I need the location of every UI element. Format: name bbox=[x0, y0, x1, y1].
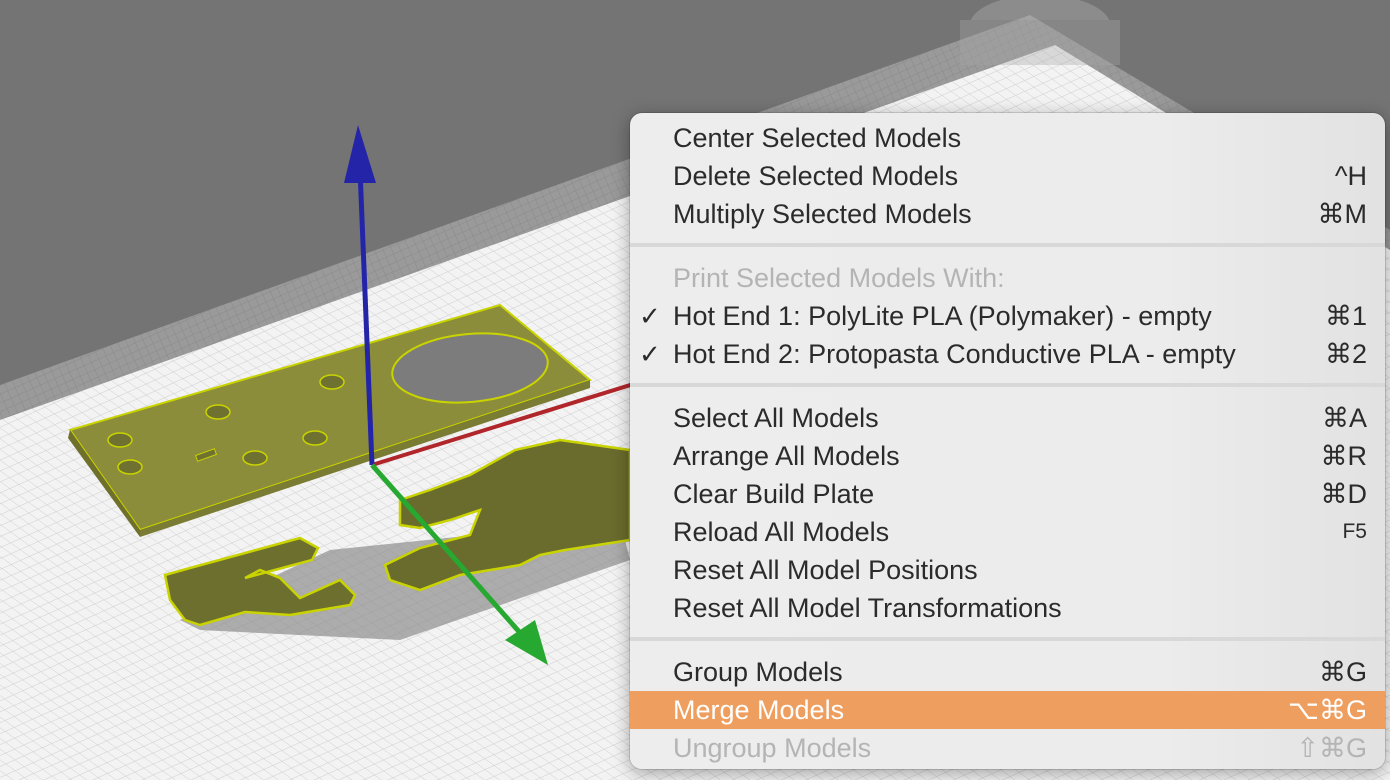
shortcut-label: ^H bbox=[1334, 161, 1367, 191]
menu-item-label: Delete Selected Models bbox=[673, 161, 959, 191]
context-menu: Center Selected Models Delete Selected M… bbox=[630, 113, 1385, 769]
menu-item-reset-all-model-transformations[interactable]: Reset All Model Transformations bbox=[630, 589, 1385, 627]
menu-item-merge-models[interactable]: Merge Models ⌥⌘G bbox=[630, 691, 1385, 729]
shortcut-label: ⌥⌘G bbox=[1287, 695, 1367, 725]
shortcut-label: ⌘A bbox=[1321, 403, 1367, 433]
section-header-label: Print Selected Models With: bbox=[673, 263, 1005, 293]
menu-separator bbox=[630, 243, 1385, 247]
menu-item-center-selected-models[interactable]: Center Selected Models bbox=[630, 119, 1385, 157]
menu-item-reload-all-models[interactable]: Reload All Models F5 bbox=[630, 513, 1385, 551]
menu-separator bbox=[630, 637, 1385, 641]
menu-item-label: Reset All Model Positions bbox=[673, 555, 978, 585]
menu-section-header-print-with: Print Selected Models With: bbox=[630, 259, 1385, 297]
shortcut-label: F5 bbox=[1342, 520, 1367, 543]
menu-item-reset-all-model-positions[interactable]: Reset All Model Positions bbox=[630, 551, 1385, 589]
shortcut-label: ⌘M bbox=[1317, 199, 1368, 229]
menu-item-clear-build-plate[interactable]: Clear Build Plate ⌘D bbox=[630, 475, 1385, 513]
menu-item-arrange-all-models[interactable]: Arrange All Models ⌘R bbox=[630, 437, 1385, 475]
menu-item-label: Select All Models bbox=[673, 403, 879, 433]
menu-item-label: Multiply Selected Models bbox=[673, 199, 972, 229]
menu-item-multiply-selected-models[interactable]: Multiply Selected Models ⌘M bbox=[630, 195, 1385, 233]
menu-item-hot-end-2[interactable]: ✓ Hot End 2: Protopasta Conductive PLA -… bbox=[630, 335, 1385, 373]
shortcut-label: ⌘R bbox=[1320, 441, 1368, 471]
shortcut-label: ⌘G bbox=[1318, 657, 1367, 687]
shortcut-label: ⌘D bbox=[1320, 479, 1368, 509]
menu-item-label: Hot End 2: Protopasta Conductive PLA - e… bbox=[673, 339, 1236, 369]
menu-item-label: Reload All Models bbox=[673, 517, 890, 547]
menu-item-label: Group Models bbox=[673, 657, 843, 687]
menu-separator bbox=[630, 383, 1385, 387]
menu-item-hot-end-1[interactable]: ✓ Hot End 1: PolyLite PLA (Polymaker) - … bbox=[630, 297, 1385, 335]
shortcut-label: ⌘2 bbox=[1324, 339, 1367, 369]
menu-item-label: Center Selected Models bbox=[673, 123, 962, 153]
shortcut-label: ⇧⌘G bbox=[1296, 733, 1367, 763]
ghost-model bbox=[960, 0, 1120, 65]
menu-item-label: Arrange All Models bbox=[673, 441, 900, 471]
menu-item-delete-selected-models[interactable]: Delete Selected Models ^H bbox=[630, 157, 1385, 195]
menu-item-label: Hot End 1: PolyLite PLA (Polymaker) - em… bbox=[673, 301, 1212, 331]
menu-item-label: Reset All Model Transformations bbox=[673, 593, 1062, 623]
menu-item-label: Ungroup Models bbox=[673, 733, 872, 763]
checkmark-icon: ✓ bbox=[639, 301, 661, 331]
menu-item-ungroup-models[interactable]: Ungroup Models ⇧⌘G bbox=[630, 729, 1385, 767]
menu-item-label: Merge Models bbox=[673, 695, 845, 725]
menu-item-select-all-models[interactable]: Select All Models ⌘A bbox=[630, 399, 1385, 437]
menu-item-label: Clear Build Plate bbox=[673, 479, 875, 509]
shortcut-label: ⌘1 bbox=[1324, 301, 1367, 331]
checkmark-icon: ✓ bbox=[639, 339, 661, 369]
z-axis-arrow-icon[interactable] bbox=[344, 125, 376, 183]
menu-item-group-models[interactable]: Group Models ⌘G bbox=[630, 653, 1385, 691]
